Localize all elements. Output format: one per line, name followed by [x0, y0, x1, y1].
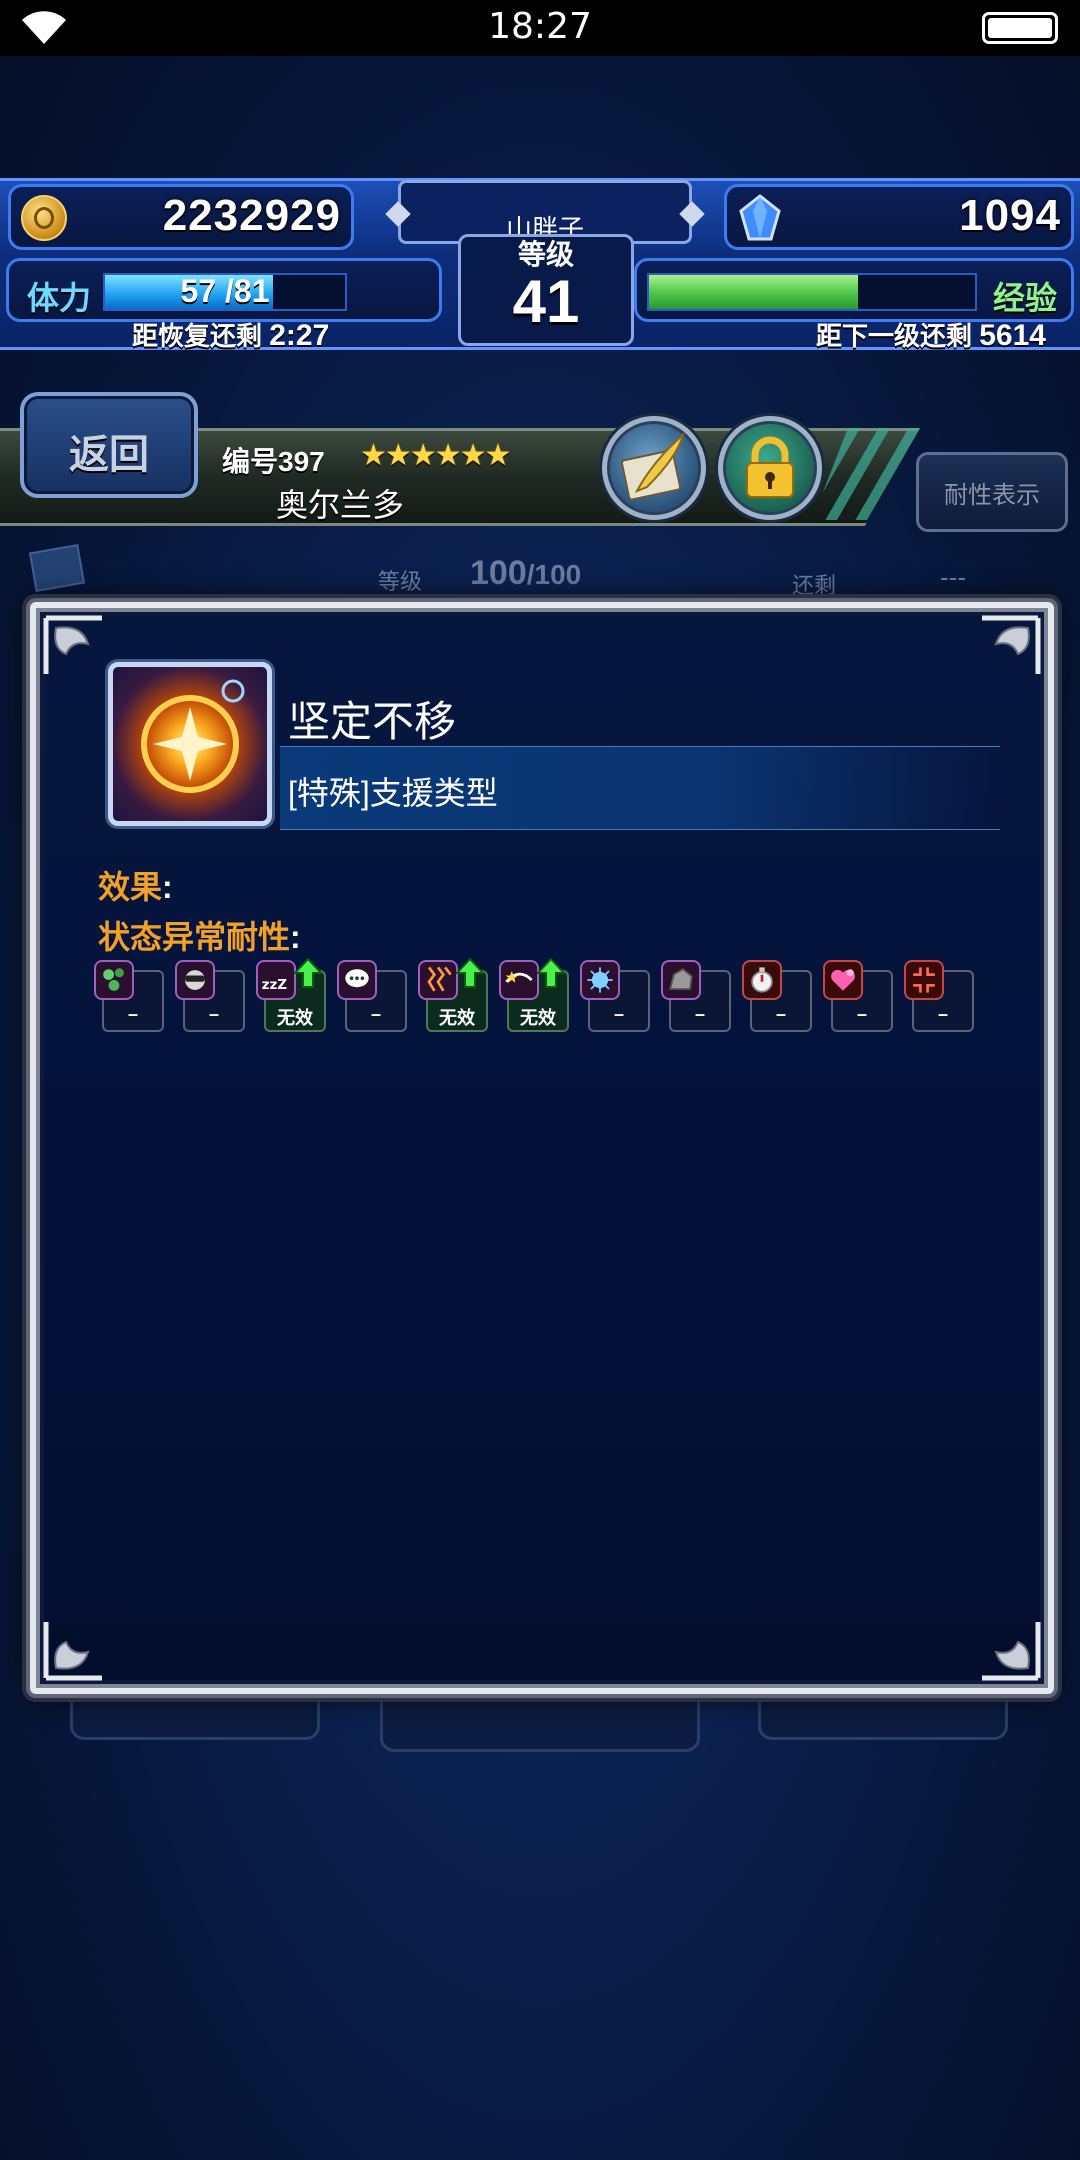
gem-panel[interactable]: 1094: [724, 184, 1074, 250]
gil-panel: 2232929: [8, 184, 354, 250]
battery-icon: [982, 12, 1058, 44]
petrify-icon: [661, 960, 701, 1000]
show-resistance-button[interactable]: 耐性表示: [916, 452, 1068, 532]
ability-name: 坚定不移: [288, 698, 457, 745]
ability-type: [特殊]支援类型: [288, 775, 498, 811]
status-resistance-list: – – zzZ 无效 – 无效 无效 – – – – –: [94, 957, 1034, 1040]
poison-icon: [94, 960, 134, 1000]
lock-icon: [746, 436, 794, 498]
exp-label: 经验: [992, 280, 1057, 316]
charm-icon: [823, 960, 863, 1000]
gem-amount: 1094: [959, 191, 1061, 240]
confuse-icon: [499, 960, 539, 1000]
resistance-value: 无效: [277, 1008, 313, 1028]
stamina-value: 57 /81: [180, 273, 270, 309]
resistance-value: –: [775, 1004, 786, 1024]
sleep-icon: zzZ: [256, 960, 296, 1000]
stop-icon: [742, 960, 782, 1000]
status-resistance-item: –: [337, 960, 409, 1040]
show-resistance-label: 耐性表示: [944, 482, 1040, 509]
clock: 18:27: [488, 6, 592, 47]
character-header: 返回 编号397 ★★★★★★ 奥尔兰多 耐性表示: [0, 388, 1080, 538]
resistance-value: –: [208, 1004, 219, 1024]
unit-number: 编号397: [222, 446, 325, 477]
back-button[interactable]: 返回: [20, 392, 198, 498]
status-resistance-item: –: [742, 960, 814, 1040]
quill-book-icon: [620, 432, 685, 501]
card-icon: [28, 543, 86, 593]
status-resistance-item: –: [94, 960, 166, 1040]
ability-detail-dialog: 坚定不移 [特殊]支援类型 效果: 状态异常耐性: – – zzZ 无效 – 无效 无效 – –…: [30, 602, 1054, 1694]
resistance-value: 无效: [520, 1008, 556, 1028]
status-resistance-item: –: [904, 960, 976, 1040]
unit-level: 100/100: [470, 554, 582, 592]
stamina-panel: 体力 57 /81: [6, 258, 442, 322]
effect-heading: 效果:: [98, 869, 173, 905]
lapis-gem-icon: [739, 194, 781, 241]
corner-ornament-icon: [43, 1622, 102, 1681]
next-level-info: 距下一级还剩 5614: [816, 319, 1046, 352]
resistance-up-arrow-icon: [535, 957, 567, 988]
corner-ornament-icon: [982, 1622, 1041, 1681]
status-resistance-item: –: [175, 960, 247, 1040]
resistance-value: –: [127, 1004, 138, 1024]
quill-book-button[interactable]: [602, 416, 706, 520]
status-resistance-item: –: [661, 960, 733, 1040]
rarity-stars: ★★★★★★: [360, 439, 511, 472]
resistance-up-arrow-icon: [292, 957, 324, 988]
player-level-badge: 山胖子 等级 41: [380, 172, 710, 352]
stamina-label: 体力: [27, 280, 92, 316]
resistance-value: –: [370, 1004, 381, 1024]
status-resistance-item: –: [823, 960, 895, 1040]
resistance-value: –: [694, 1004, 705, 1024]
silence-icon: [337, 960, 377, 1000]
resistance-value: –: [613, 1004, 624, 1024]
disease-icon: [580, 960, 620, 1000]
resistance-value: –: [937, 1004, 948, 1024]
blind-icon: [175, 960, 215, 1000]
ability-compass-icon: [108, 662, 272, 826]
status-bar: 18:27: [0, 0, 1080, 56]
svg-text:zzZ: zzZ: [262, 977, 288, 993]
status-resistance-item: zzZ 无效: [256, 957, 328, 1040]
player-level: 41: [512, 268, 580, 335]
resistance-up-arrow-icon: [454, 957, 486, 988]
status-resistance-item: –: [580, 960, 652, 1040]
background-level-row: 等级 100/100 还剩 ---: [0, 543, 1080, 598]
status-resistance-item: 无效: [418, 957, 490, 1040]
recover-timer: 距恢复还剩 2:27: [132, 319, 330, 352]
paralyze-icon: [418, 960, 458, 1000]
gil-coin-icon: [21, 195, 67, 241]
status-resistance-heading: 状态异常耐性:: [98, 919, 301, 955]
back-button-label: 返回: [69, 433, 149, 477]
break-icon: [904, 960, 944, 1000]
level-box: 等级 41: [458, 234, 634, 346]
resistance-value: –: [856, 1004, 867, 1024]
unit-name: 奥尔兰多: [276, 487, 405, 523]
resistance-value: 无效: [439, 1008, 475, 1028]
gil-amount: 2232929: [162, 191, 341, 240]
corner-ornament-icon: [982, 615, 1041, 674]
lock-button[interactable]: [718, 416, 822, 520]
stamina-bar: 57 /81: [103, 273, 347, 311]
status-resistance-item: 无效: [499, 957, 571, 1040]
top-hud: 2232929 1094 体力 57 /81 经验 距恢复还剩 2:27 距下一…: [0, 172, 1080, 352]
